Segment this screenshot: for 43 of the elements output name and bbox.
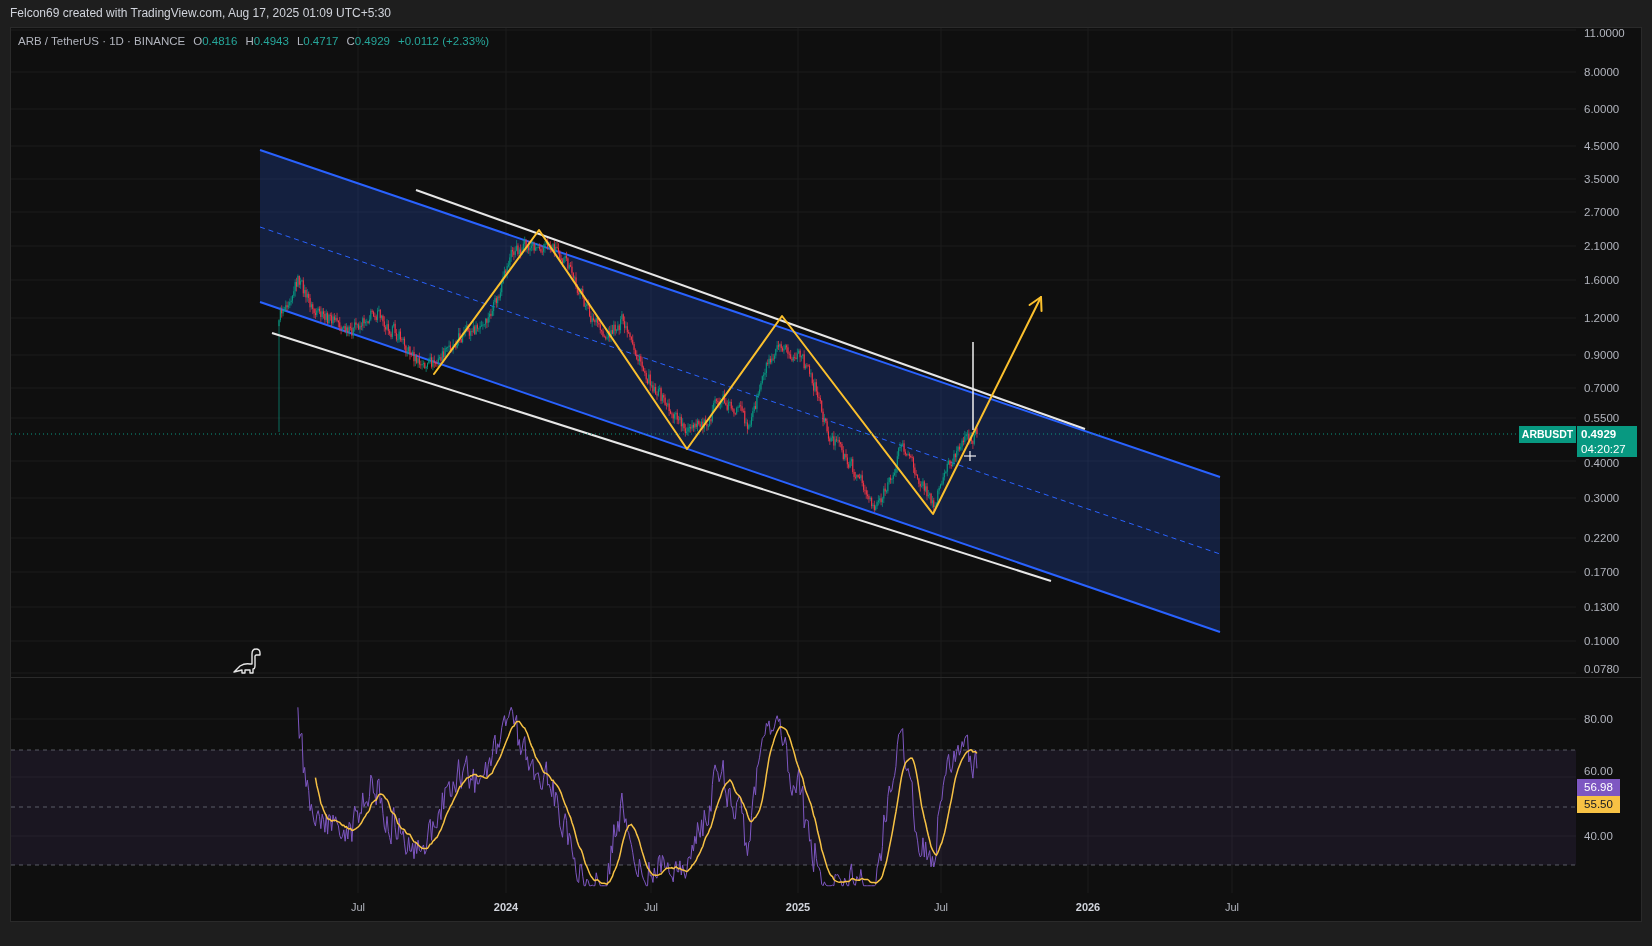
ohlc-value: C0.4929 xyxy=(346,34,390,48)
price-label: 11.0000 xyxy=(1584,28,1625,40)
countdown-timer: 04:20:27 xyxy=(1581,442,1627,457)
rsi-label: 40.00 xyxy=(1584,829,1613,843)
time-label: Jul xyxy=(1224,900,1240,914)
time-label: 2026 xyxy=(1075,900,1101,914)
rsi-value-badge: 56.98 xyxy=(1577,779,1620,796)
price-label: 0.5500 xyxy=(1584,411,1620,425)
time-label: Jul xyxy=(933,900,949,914)
price-label: 0.1700 xyxy=(1584,565,1620,579)
price-label: 0.4000 xyxy=(1584,456,1620,470)
symbol-badge: ARBUSDT xyxy=(1519,426,1576,443)
price-label: 1.2000 xyxy=(1584,311,1620,325)
price-label: 0.1000 xyxy=(1584,634,1620,648)
price-change: +0.0112 (+2.33%) xyxy=(397,34,490,48)
rsi-label: 80.00 xyxy=(1584,712,1613,726)
time-label: Jul xyxy=(350,900,366,914)
crosshair-icon xyxy=(963,450,977,462)
time-label: 2024 xyxy=(493,900,519,914)
price-label: 3.5000 xyxy=(1584,172,1620,186)
price-label: 0.1300 xyxy=(1584,600,1620,614)
dinosaur-icon xyxy=(233,648,261,674)
ohlc-value: O0.4816 xyxy=(193,34,238,48)
last-price: 0.4929 xyxy=(1581,427,1618,442)
price-label: 6.0000 xyxy=(1584,102,1620,116)
time-label: 2025 xyxy=(785,900,811,914)
rsi-value-badge: 55.50 xyxy=(1577,796,1620,813)
price-label: 2.7000 xyxy=(1584,205,1620,219)
price-label: 8.0000 xyxy=(1584,65,1620,79)
price-label: 0.9000 xyxy=(1584,348,1620,362)
price-label: 2.1000 xyxy=(1584,239,1620,253)
price-label: 0.2200 xyxy=(1584,531,1620,545)
attribution-text: Felcon69 created with TradingView.com, Aug 17, 2025 01:09 UTC+5:30 xyxy=(10,6,392,20)
symbol-title[interactable]: ARB / TetherUS · 1D · BINANCE xyxy=(18,34,186,48)
price-label: 4.5000 xyxy=(1584,139,1620,153)
price-label: 0.7000 xyxy=(1584,381,1620,395)
ohlc-value: L0.4717 xyxy=(296,34,339,48)
ohlc-value: H0.4943 xyxy=(245,34,289,48)
price-label: 0.0780 xyxy=(1584,662,1620,676)
price-label: 1.6000 xyxy=(1584,273,1620,287)
rsi-label: 60.00 xyxy=(1584,764,1613,778)
time-label: Jul xyxy=(643,900,659,914)
price-label: 0.3000 xyxy=(1584,491,1620,505)
